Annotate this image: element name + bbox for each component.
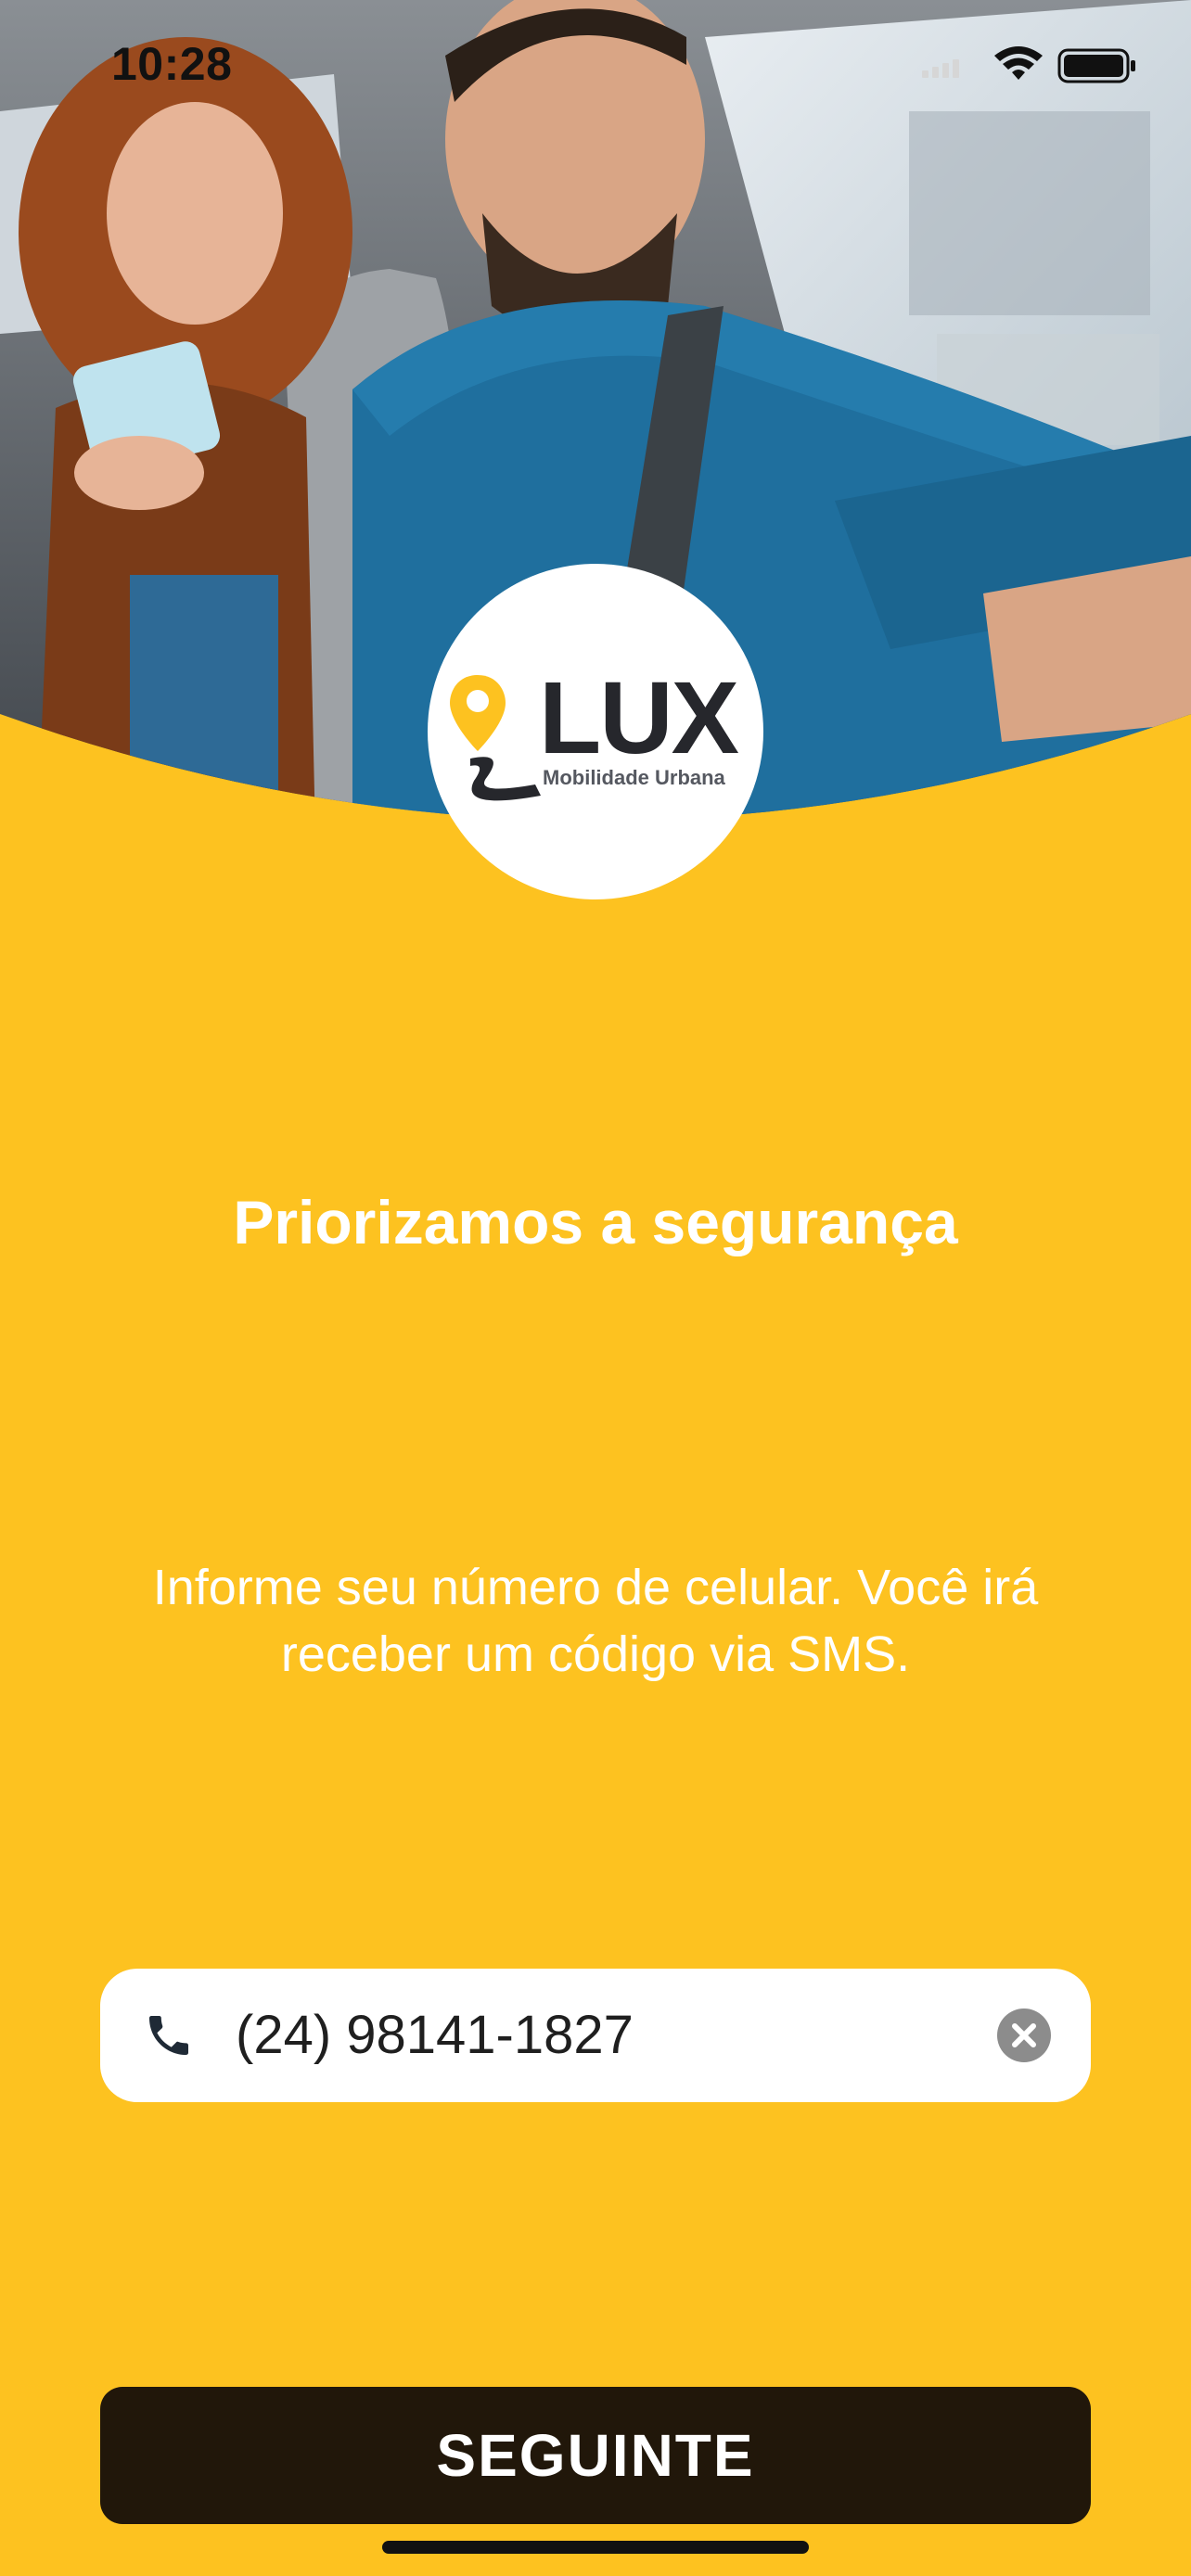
- status-icons: [879, 43, 1158, 89]
- battery-icon: [1057, 48, 1135, 83]
- home-indicator[interactable]: [382, 2541, 809, 2554]
- next-button[interactable]: SEGUINTE: [100, 2387, 1091, 2524]
- cellular-signal-icon: [922, 59, 959, 78]
- page-subtitle: Informe seu número de celular. Você irá …: [152, 1560, 1039, 1682]
- page-title: Priorizamos a segurança: [233, 1188, 958, 1256]
- phone-icon: [149, 2016, 188, 2055]
- status-time: 10:28: [111, 38, 233, 90]
- phone-value[interactable]: (24) 98141-1827: [236, 2000, 634, 2071]
- brand-tagline: Mobilidade Urbana: [543, 766, 725, 789]
- brand-logo: LUX Mobilidade Urbana: [428, 564, 763, 899]
- login-phone-screen: 10:28 LUX Mobilidade Urbana Priorizamos …: [0, 0, 1191, 2576]
- brand-name: LUX: [539, 661, 739, 775]
- phone-input[interactable]: (24) 98141-1827: [100, 1969, 1091, 2102]
- clear-icon[interactable]: [996, 2008, 1052, 2063]
- wifi-icon: [994, 46, 1043, 80]
- status-bar: 10:28: [0, 0, 1191, 130]
